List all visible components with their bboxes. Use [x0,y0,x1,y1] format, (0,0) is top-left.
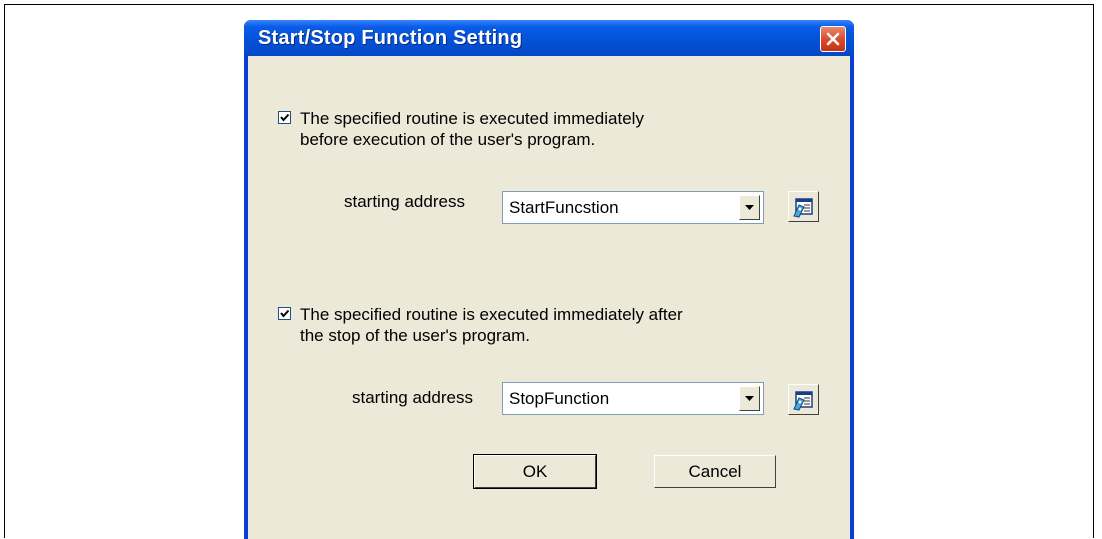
stop-address-browse-button[interactable] [788,384,819,415]
start-routine-checkbox[interactable] [278,111,291,124]
stop-address-value: StopFunction [509,389,610,408]
start-routine-option[interactable]: The specified routine is executed immedi… [278,108,644,150]
stop-address-label: starting address [352,388,473,407]
start-address-dropdown-button[interactable] [739,195,760,220]
symbol-browse-icon [792,197,813,218]
title-bar[interactable]: Start/Stop Function Setting [244,20,854,56]
dialog-title: Start/Stop Function Setting [258,27,523,49]
start-address-browse-button[interactable] [788,191,819,222]
start-address-combobox[interactable]: StartFuncstion [502,191,764,224]
stop-routine-label: The specified routine is executed immedi… [300,305,683,345]
stop-routine-option[interactable]: The specified routine is executed immedi… [278,304,683,346]
dialog-body: The specified routine is executed immedi… [248,56,850,539]
stop-address-combobox[interactable]: StopFunction [502,382,764,415]
stop-address-dropdown-button[interactable] [739,386,760,411]
close-button[interactable] [820,26,846,52]
start-stop-dialog: Start/Stop Function Setting The specifie… [244,20,854,539]
close-x-icon [826,32,840,46]
cancel-button[interactable]: Cancel [654,455,776,488]
chevron-down-icon [745,396,754,401]
stop-routine-checkbox[interactable] [278,307,291,320]
ok-button[interactable]: OK [473,454,597,489]
start-address-value: StartFuncstion [509,198,619,217]
symbol-browse-icon [792,390,813,411]
checkmark-icon [280,309,290,318]
chevron-down-icon [745,205,754,210]
checkmark-icon [280,113,290,122]
start-routine-label: The specified routine is executed immedi… [300,109,644,149]
start-address-label: starting address [344,192,465,211]
